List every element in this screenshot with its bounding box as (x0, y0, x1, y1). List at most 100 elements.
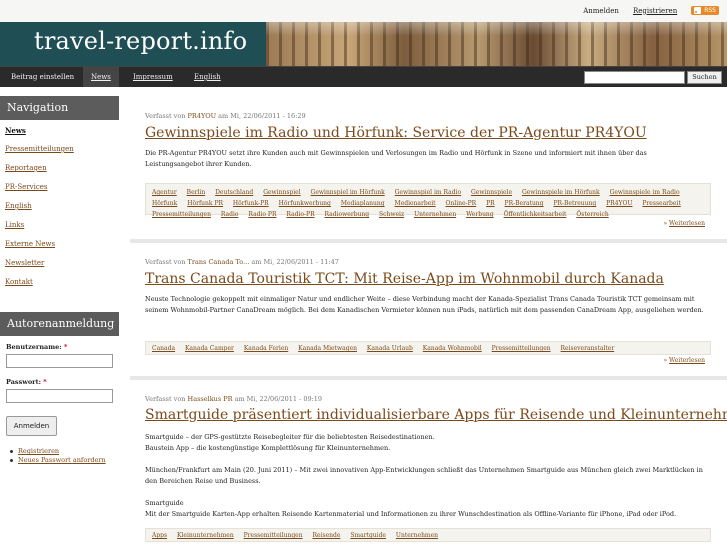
password-label: Passwort: * (6, 378, 47, 386)
tag-link[interactable]: Radiowerbung (325, 211, 370, 218)
post-separator (130, 376, 727, 380)
top-bar: Anmelden Registrieren RSS (0, 0, 727, 22)
sidebar-nav: News Pressemitteilungen Reportagen PR-Se… (0, 120, 119, 297)
post-author-link[interactable]: PR4YOU (188, 112, 217, 120)
tag-link[interactable]: Pressearbeit (642, 200, 680, 207)
request-password-link[interactable]: Neues Passwort anfordern (10, 456, 119, 465)
tag-link[interactable]: Reisende (313, 532, 341, 539)
tag-link[interactable]: Gewinnspiel im Radio (395, 189, 461, 196)
tag-link[interactable]: Hörfunk PR (187, 200, 223, 207)
tag-link[interactable]: Mediaplanung (341, 200, 385, 207)
rss-feed-link[interactable]: RSS (691, 6, 719, 15)
read-more[interactable]: » Weiterlesen (663, 220, 705, 227)
post-meta: Verfasst von PR4YOU am Mi, 22/06/2011 - … (145, 112, 306, 120)
tag-link[interactable]: Hörfunk-PR (233, 200, 269, 207)
sidebar-item-reportagen[interactable]: Reportagen (5, 164, 119, 183)
post-tags: Apps Kleinunternehmen Pressemitteilungen… (145, 528, 711, 542)
login-button[interactable]: Anmelden (6, 416, 57, 436)
tag-link[interactable]: PR (486, 200, 495, 207)
main-nav: Beitrag einstellen News Impressum Englis… (0, 66, 727, 87)
post-author-link[interactable]: Hasselkus PR (188, 395, 233, 403)
sidebar-item-newsletter[interactable]: Newsletter (5, 259, 119, 278)
tag-link[interactable]: Online-PR (446, 200, 477, 207)
tag-link[interactable]: Gewinnspiel (263, 189, 300, 196)
login-form: Benutzername: * Passwort: * Anmelden (0, 336, 119, 436)
tag-link[interactable]: Radio PR (248, 211, 276, 218)
read-more[interactable]: » Weiterlesen (663, 357, 705, 364)
post-title[interactable]: Gewinnspiele im Radio und Hörfunk: Servi… (145, 125, 647, 141)
tag-link[interactable]: Agentur (152, 189, 177, 196)
tag-link[interactable]: Kanada Mietwagen (298, 345, 357, 352)
sidebar: Navigation News Pressemitteilungen Repor… (0, 96, 119, 297)
username-label: Benutzername: * (6, 343, 68, 351)
rss-label: RSS (704, 7, 716, 14)
sidebar-item-pr-services[interactable]: PR-Services (5, 183, 119, 202)
author-login: Autorenanmeldung Benutzername: * Passwor… (0, 312, 119, 465)
post-meta: Verfasst von Hasselkus PR am Mi, 22/06/2… (145, 395, 323, 403)
sidebar-item-links[interactable]: Links (5, 221, 119, 240)
tag-link[interactable]: PR-Beratung (505, 200, 544, 207)
login-links: Registrieren Neues Passwort anfordern (0, 436, 119, 465)
tag-link[interactable]: Apps (152, 532, 167, 539)
tag-link[interactable]: Deutschland (215, 189, 253, 196)
search-input[interactable] (584, 71, 685, 84)
tag-link[interactable]: Hörfunkwerbung (279, 200, 331, 207)
site-header: travel-report.info (0, 22, 727, 66)
tag-link[interactable]: Gewinnspiele im Hörfunk (522, 189, 600, 196)
tag-link[interactable]: Österreich (576, 211, 608, 218)
tag-link[interactable]: PR4YOU (606, 200, 632, 207)
tag-link[interactable]: Canada (152, 345, 175, 352)
tag-link[interactable]: Kanada Wohnmobil (423, 345, 482, 352)
tag-link[interactable]: Unternehmen (396, 532, 438, 539)
username-field[interactable] (6, 354, 113, 368)
nav-item-news[interactable]: News (83, 67, 119, 87)
register-account-link[interactable]: Registrieren (10, 447, 119, 456)
tag-link[interactable]: Pressemitteilungen (492, 345, 551, 352)
login-link[interactable]: Anmelden (583, 7, 619, 15)
navigation-heading: Navigation (0, 96, 119, 120)
tag-link[interactable]: Pressemitteilungen (244, 532, 303, 539)
tag-link[interactable]: Kanada Ferien (244, 345, 288, 352)
author-login-heading: Autorenanmeldung (0, 312, 119, 336)
sidebar-item-english[interactable]: English (5, 202, 119, 221)
post-title[interactable]: Smartguide präsentiert individualisierba… (145, 407, 727, 423)
tag-link[interactable]: Radio-PR (286, 211, 314, 218)
post-separator (130, 239, 727, 243)
rss-icon (694, 7, 702, 14)
nav-item-english[interactable]: English (186, 67, 229, 87)
post-body: Die PR-Agentur PR4YOU setzt ihre Kunden … (145, 149, 647, 168)
site-title[interactable]: travel-report.info (34, 27, 247, 55)
sidebar-item-news[interactable]: News (5, 126, 119, 145)
sidebar-item-externe-news[interactable]: Externe News (5, 240, 119, 259)
tag-link[interactable]: Schweiz (379, 211, 404, 218)
post-author-link[interactable]: Trans Canada To... (188, 258, 250, 266)
tag-link[interactable]: Öffentlichkeitsarbeit (504, 211, 567, 218)
tag-link[interactable]: Kanada Camper (185, 345, 234, 352)
tag-link[interactable]: Berlin (187, 189, 206, 196)
tag-link[interactable]: Kanada Urlaub (367, 345, 413, 352)
tag-link[interactable]: Gewinnspiele im Radio (610, 189, 680, 196)
sidebar-item-kontakt[interactable]: Kontakt (5, 278, 119, 297)
header-photo (266, 22, 727, 66)
tag-link[interactable]: Pressemitteilungen (152, 211, 211, 218)
sidebar-item-pressemitteilungen[interactable]: Pressemitteilungen (5, 145, 119, 164)
tag-link[interactable]: Unternehmen (414, 211, 456, 218)
top-links: Anmelden Registrieren RSS (583, 6, 719, 15)
tag-link[interactable]: Medienarbeit (395, 200, 436, 207)
tag-link[interactable]: Hörfunk (152, 200, 177, 207)
nav-item-impressum[interactable]: Impressum (125, 67, 181, 87)
tag-link[interactable]: Gewinnspiele (471, 189, 512, 196)
post-meta: Verfasst von Trans Canada To... am Mi, 2… (145, 258, 339, 266)
tag-link[interactable]: Smartguide (350, 532, 386, 539)
tag-link[interactable]: Reiseveranstalter (561, 345, 615, 352)
tag-link[interactable]: Werbung (466, 211, 494, 218)
tag-link[interactable]: PR-Betreuung (553, 200, 596, 207)
nav-item-beitrag-einstellen[interactable]: Beitrag einstellen (3, 67, 82, 87)
password-field[interactable] (6, 389, 113, 403)
search-button[interactable]: Suchen (687, 71, 722, 84)
post-title[interactable]: Trans Canada Touristik TCT: Mit Reise-Ap… (145, 271, 664, 287)
tag-link[interactable]: Kleinunternehmen (177, 532, 234, 539)
register-link[interactable]: Registrieren (633, 7, 677, 15)
tag-link[interactable]: Gewinnspiel im Hörfunk (311, 189, 385, 196)
tag-link[interactable]: Radio (221, 211, 239, 218)
